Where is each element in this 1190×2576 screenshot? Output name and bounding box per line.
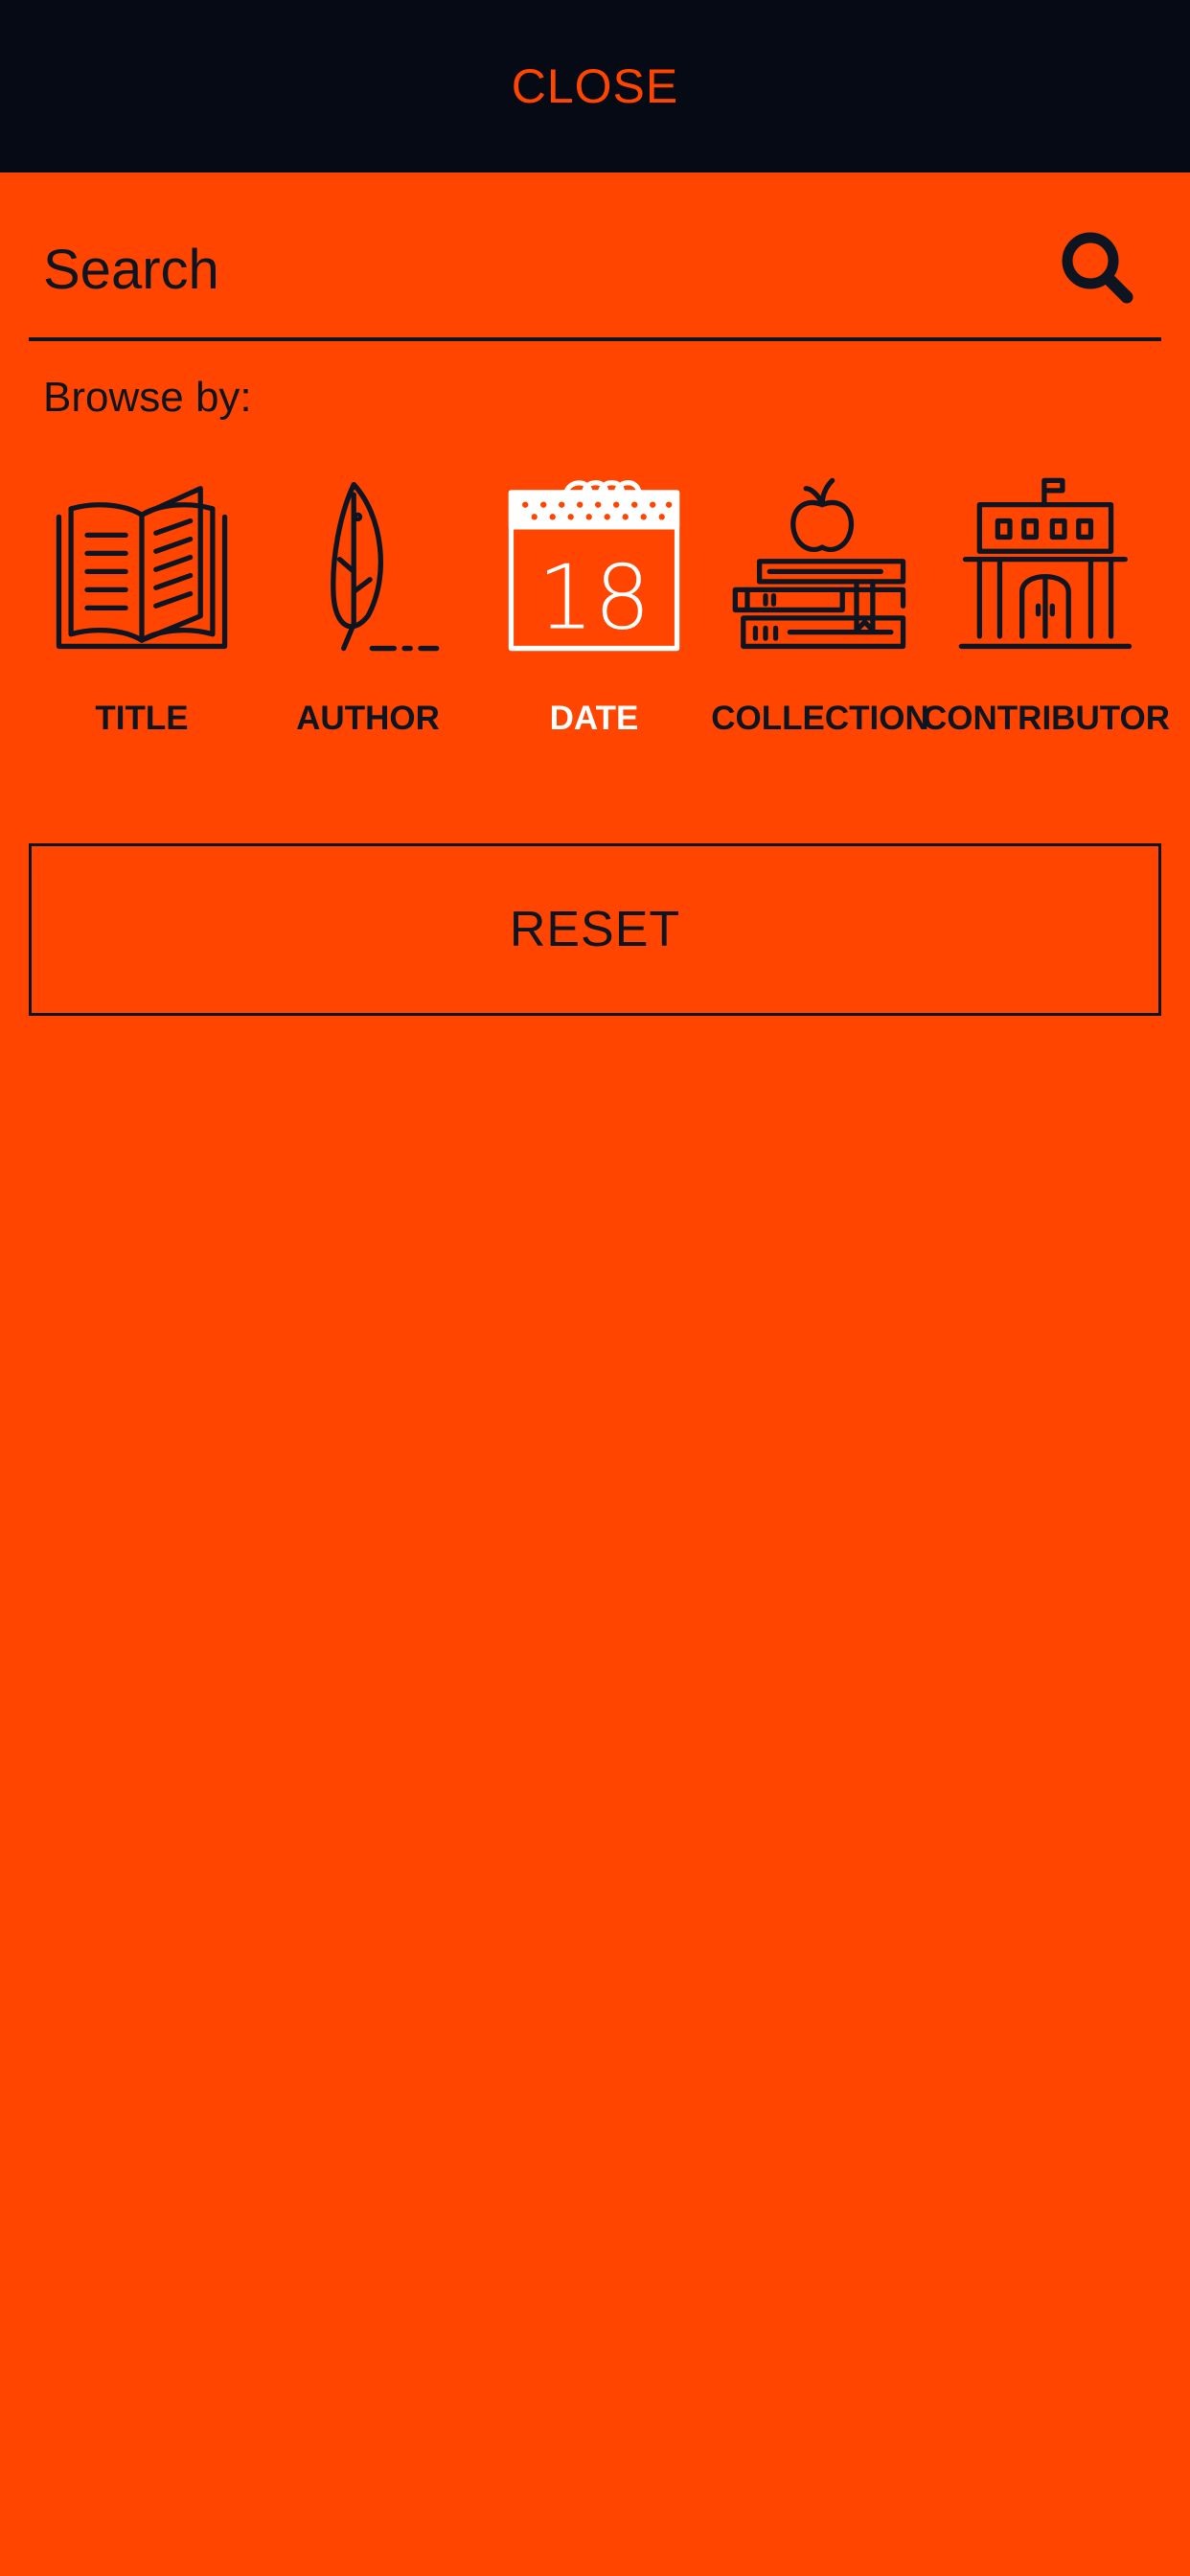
- browse-contributor-label: CONTRIBUTOR: [923, 700, 1170, 737]
- books-apple-icon: [732, 477, 906, 650]
- browse-collection-label: COLLECTION: [711, 700, 929, 737]
- building-icon: [958, 477, 1133, 650]
- top-bar: CLOSE: [0, 0, 1190, 172]
- calendar-day-number: 18: [538, 545, 651, 649]
- browse-options: TITLE AUTHOR 18 DATE COLLECTION CONTRIBU…: [0, 474, 1190, 762]
- search-input[interactable]: [29, 220, 1056, 318]
- browse-title-label: TITLE: [95, 700, 189, 737]
- browse-date-label: DATE: [549, 700, 639, 737]
- open-book-icon: [56, 486, 228, 650]
- browse-author-button[interactable]: AUTHOR: [255, 474, 481, 738]
- calendar-icon: 18: [508, 480, 680, 652]
- browse-by-label: Browse by:: [43, 374, 252, 421]
- search-bar: [29, 201, 1161, 341]
- quill-feather-icon: [331, 481, 440, 652]
- reset-button[interactable]: RESET: [29, 843, 1161, 1016]
- browse-collection-button[interactable]: COLLECTION: [707, 474, 933, 738]
- browse-date-button[interactable]: 18 DATE: [481, 474, 707, 738]
- browse-title-button[interactable]: TITLE: [29, 474, 255, 738]
- browse-author-label: AUTHOR: [296, 700, 440, 737]
- search-icon[interactable]: [1056, 226, 1142, 312]
- browse-contributor-button[interactable]: CONTRIBUTOR: [923, 474, 1170, 738]
- close-button[interactable]: CLOSE: [492, 49, 698, 124]
